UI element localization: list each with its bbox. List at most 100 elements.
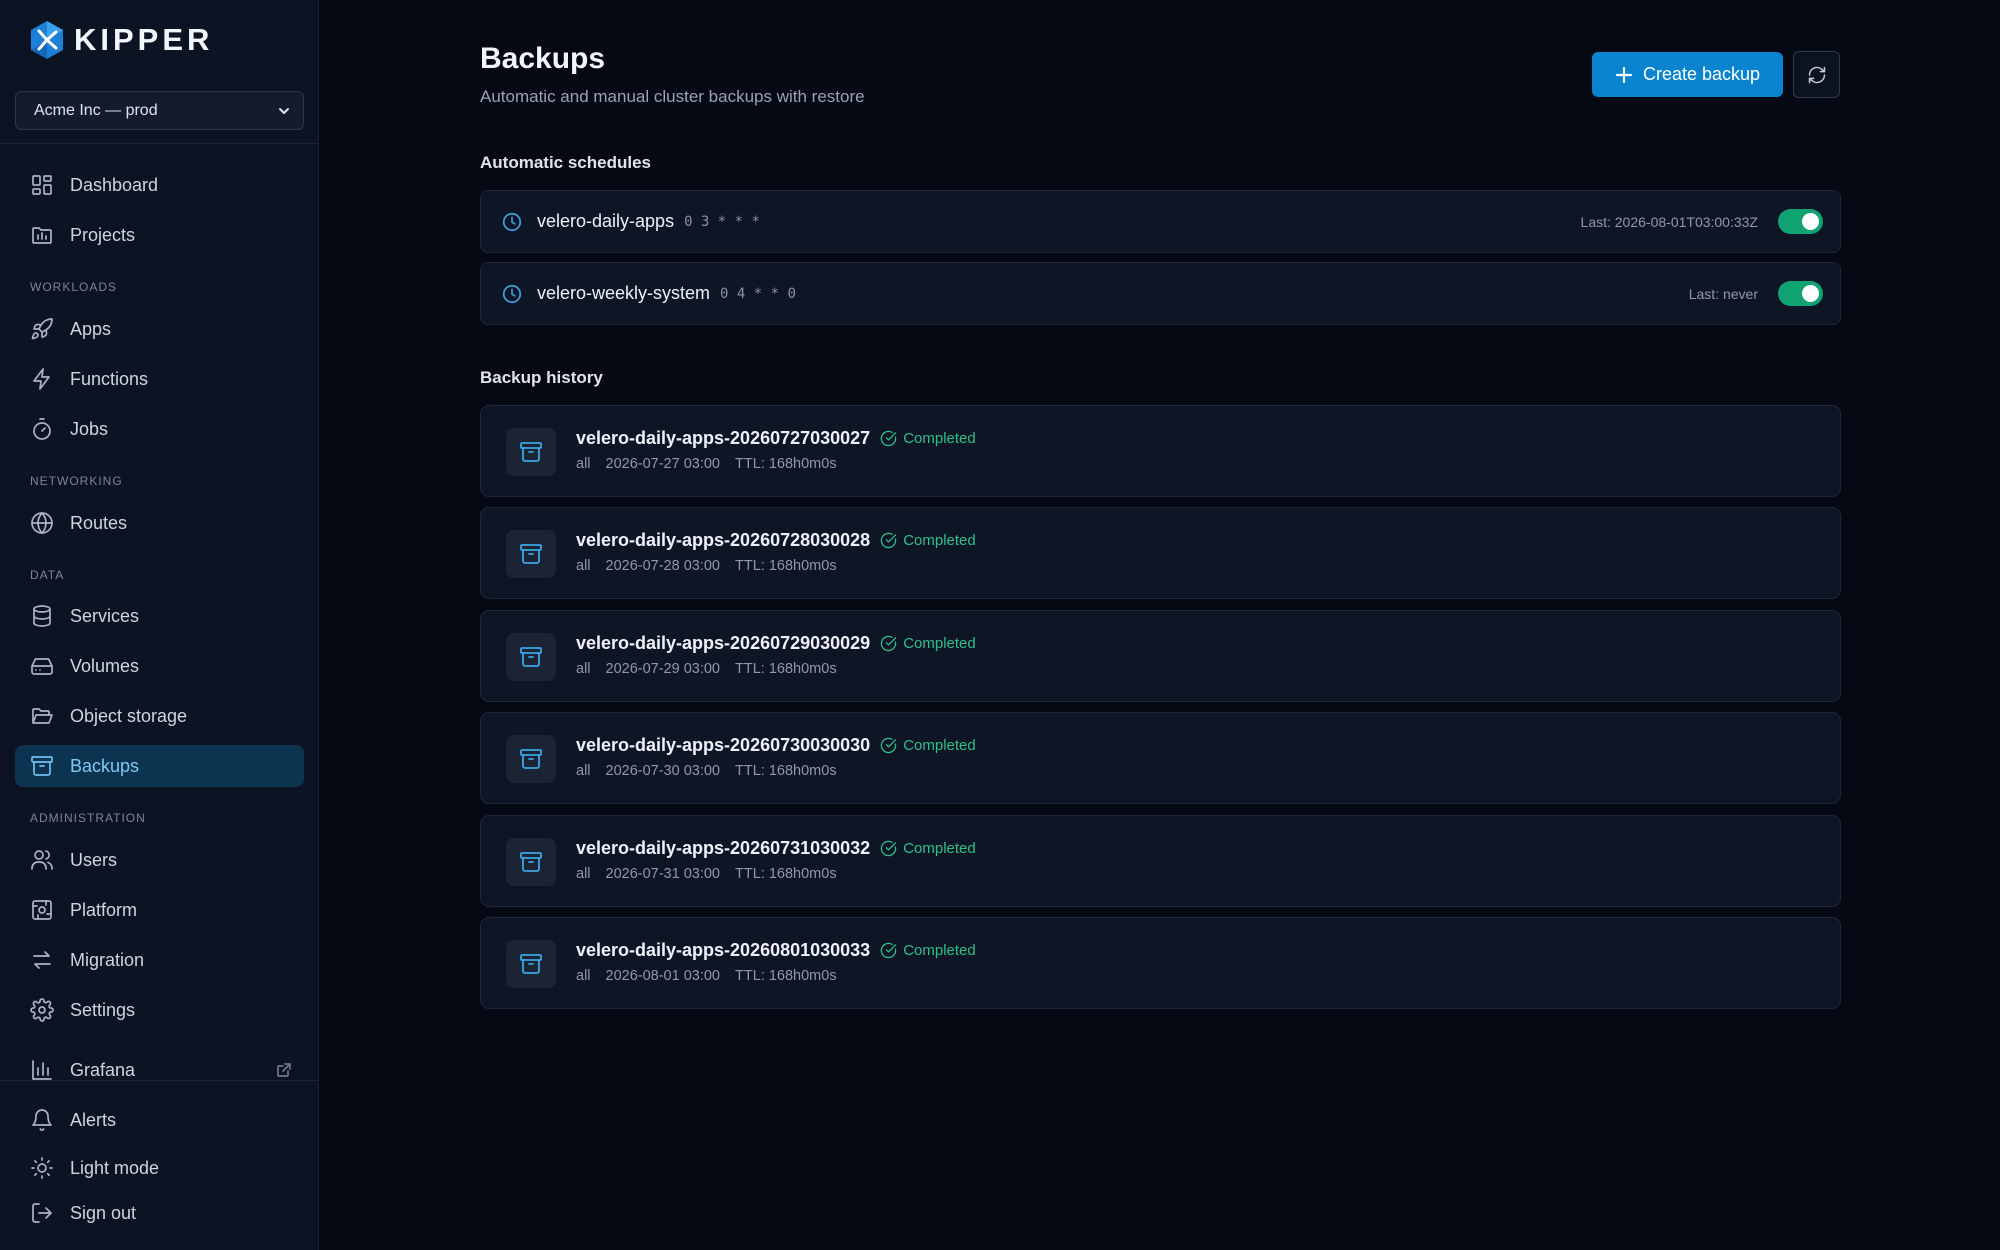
- backup-date: 2026-08-01 03:00: [605, 968, 721, 984]
- bar-chart-icon: [32, 1060, 52, 1080]
- status-badge: Completed: [880, 942, 976, 959]
- backup-name: velero-daily-apps-20260730030030: [576, 735, 871, 755]
- backup-date: 2026-07-31 03:00: [605, 866, 721, 882]
- status-text: Completed: [903, 635, 976, 652]
- schedule-name: velero-daily-apps: [537, 211, 675, 231]
- sidebar-item-grafana[interactable]: Grafana: [15, 1049, 304, 1091]
- sidebar-item-backups[interactable]: Backups: [15, 745, 304, 787]
- schedule-name: velero-weekly-system: [537, 283, 711, 303]
- gear-icon: [30, 998, 54, 1022]
- archive-icon: [520, 954, 542, 974]
- sidebar-item-label: Grafana: [70, 1059, 136, 1080]
- page-subtitle: Automatic and manual cluster backups wit…: [480, 87, 865, 106]
- schedule-enabled-toggle[interactable]: [1778, 281, 1823, 306]
- sidebar-item-label: Dashboard: [70, 174, 159, 195]
- backup-meta: all 2026-07-28 03:00 TTL: 168h0m0s: [576, 558, 837, 574]
- backup-name: velero-daily-apps-20260729030029: [576, 633, 871, 653]
- backup-history-row[interactable]: velero-daily-apps-20260728030028 Complet…: [480, 507, 1841, 599]
- sidebar-item-services[interactable]: Services: [15, 595, 304, 637]
- backup-name-line: velero-daily-apps-20260731030032 Complet…: [576, 838, 976, 859]
- refresh-icon: [1808, 66, 1825, 83]
- backup-scope: all: [576, 968, 591, 984]
- backup-icon-tile: [506, 530, 556, 578]
- backup-ttl: TTL: 168h0m0s: [735, 763, 837, 779]
- sidebar-item-label: Alerts: [70, 1109, 117, 1130]
- sidebar-item-volumes[interactable]: Volumes: [15, 645, 304, 687]
- backup-meta: all 2026-07-27 03:00 TTL: 168h0m0s: [576, 456, 837, 472]
- check-circle-icon: [880, 840, 897, 857]
- plus-icon: [1615, 66, 1633, 83]
- schedule-cron: 0 4 * * 0: [720, 285, 796, 302]
- schedule-last-run: Last: 2026-08-01T03:00:33Z: [1580, 213, 1758, 230]
- sidebar-item-platform[interactable]: Platform: [15, 889, 304, 931]
- sidebar-item-functions[interactable]: Functions: [15, 358, 304, 400]
- sidebar-item-sign-out[interactable]: Sign out: [15, 1192, 304, 1234]
- sidebar-item-routes[interactable]: Routes: [15, 502, 304, 544]
- backup-date: 2026-07-29 03:00: [605, 661, 721, 677]
- folder-open-icon: [32, 708, 53, 724]
- sidebar-item-dashboard[interactable]: Dashboard: [15, 164, 304, 206]
- refresh-button[interactable]: [1793, 51, 1840, 98]
- backup-history-row[interactable]: velero-daily-apps-20260730030030 Complet…: [480, 712, 1841, 804]
- backup-meta: all 2026-08-01 03:00 TTL: 168h0m0s: [576, 968, 837, 984]
- sidebar-item-alerts[interactable]: Alerts: [15, 1099, 304, 1141]
- sidebar-item-users[interactable]: Users: [15, 839, 304, 881]
- brand-logo[interactable]: KIPPER: [30, 20, 213, 60]
- section-label-data: DATA: [30, 568, 65, 582]
- backup-icon-tile: [506, 735, 556, 783]
- backup-icon-tile: [506, 633, 556, 681]
- org-selector[interactable]: Acme Inc — prod: [15, 91, 304, 130]
- section-label-administration: ADMINISTRATION: [30, 811, 146, 825]
- sidebar-item-label: Backups: [70, 755, 140, 776]
- backup-ttl: TTL: 168h0m0s: [735, 968, 837, 984]
- status-text: Completed: [903, 737, 976, 754]
- backup-scope: all: [576, 866, 591, 882]
- sidebar-item-settings[interactable]: Settings: [15, 989, 304, 1031]
- arrows-swap-icon: [33, 951, 51, 969]
- rocket-icon: [31, 318, 53, 340]
- schedule-row[interactable]: velero-weekly-system 0 4 * * 0 Last: nev…: [480, 262, 1841, 325]
- backup-history-row[interactable]: velero-daily-apps-20260727030027 Complet…: [480, 405, 1841, 497]
- backup-ttl: TTL: 168h0m0s: [735, 866, 837, 882]
- backup-history-row[interactable]: velero-daily-apps-20260731030032 Complet…: [480, 815, 1841, 907]
- sidebar-item-label: Apps: [70, 318, 112, 339]
- sidebar-item-migration[interactable]: Migration: [15, 939, 304, 981]
- toggle-knob: [1802, 285, 1819, 302]
- archive-icon: [520, 442, 542, 462]
- backup-name-line: velero-daily-apps-20260728030028 Complet…: [576, 530, 976, 551]
- schedule-enabled-toggle[interactable]: [1778, 209, 1823, 234]
- globe-icon: [31, 512, 53, 534]
- folder-icon: [32, 227, 52, 244]
- sidebar-item-light-mode[interactable]: Light mode: [15, 1147, 304, 1189]
- sidebar-item-label: Platform: [70, 899, 138, 920]
- create-backup-label: Create backup: [1642, 64, 1761, 84]
- sidebar-item-projects[interactable]: Projects: [15, 214, 304, 256]
- sidebar-divider: [0, 1080, 319, 1081]
- sidebar-item-label: Routes: [70, 512, 128, 533]
- backup-name: velero-daily-apps-20260801030033: [576, 940, 871, 960]
- check-circle-icon: [880, 942, 897, 959]
- backup-date: 2026-07-30 03:00: [605, 763, 721, 779]
- sign-out-icon: [32, 1203, 52, 1223]
- sun-icon: [31, 1157, 53, 1179]
- backup-history-row[interactable]: velero-daily-apps-20260801030033 Complet…: [480, 917, 1841, 1009]
- create-backup-button[interactable]: Create backup: [1592, 52, 1783, 97]
- sidebar-item-apps[interactable]: Apps: [15, 308, 304, 350]
- archive-icon: [31, 756, 53, 776]
- archive-icon: [520, 647, 542, 667]
- sidebar-item-object-storage[interactable]: Object storage: [15, 695, 304, 737]
- sidebar-item-jobs[interactable]: Jobs: [15, 408, 304, 450]
- backup-scope: all: [576, 558, 591, 574]
- sidebar-item-label: Jobs: [70, 418, 109, 439]
- brand-name: KIPPER: [74, 22, 214, 57]
- database-icon: [33, 605, 51, 627]
- schedule-row[interactable]: velero-daily-apps 0 3 * * * Last: 2026-0…: [480, 190, 1841, 253]
- backup-scope: all: [576, 763, 591, 779]
- sidebar-item-label: Users: [70, 849, 118, 870]
- backup-name: velero-daily-apps-20260727030027: [576, 428, 871, 448]
- archive-icon: [520, 749, 542, 769]
- sidebar-item-label: Sign out: [70, 1202, 137, 1223]
- sidebar-item-label: Projects: [70, 224, 136, 245]
- backup-scope: all: [576, 661, 591, 677]
- backup-history-row[interactable]: velero-daily-apps-20260729030029 Complet…: [480, 610, 1841, 702]
